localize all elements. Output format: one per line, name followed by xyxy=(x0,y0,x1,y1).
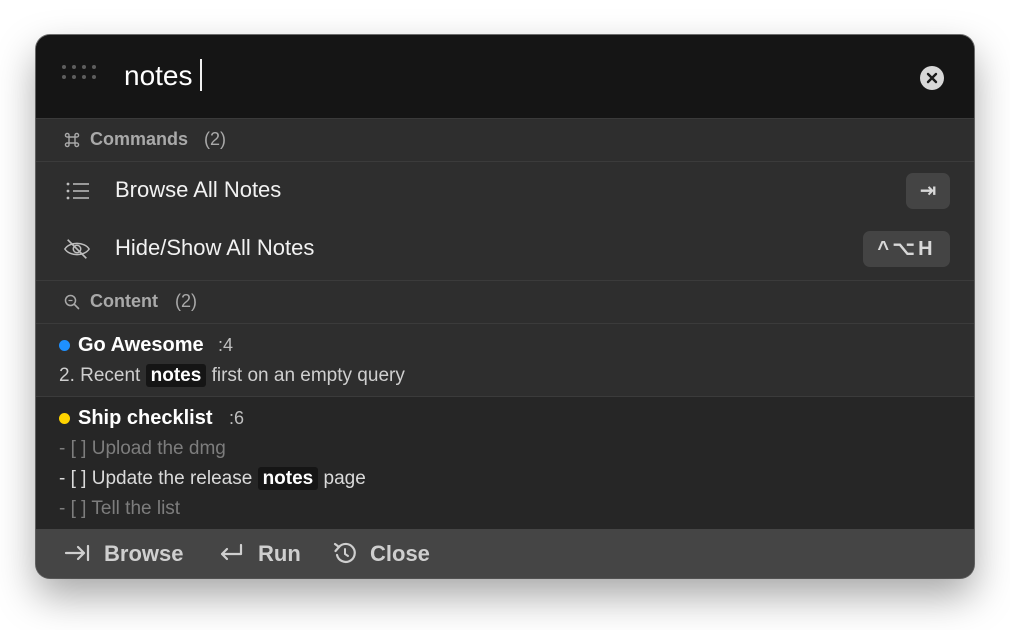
close-circle-icon xyxy=(926,72,938,84)
result-title: Ship checklist xyxy=(78,407,213,429)
line-number: :4 xyxy=(218,335,234,355)
match-highlight: notes xyxy=(257,467,319,490)
command-key-icon xyxy=(64,132,80,148)
shortcut-badge: ⇥ xyxy=(906,173,950,209)
commands-section-header: Commands (2) xyxy=(36,119,974,162)
matched-line: - [ ] Update the release notes page xyxy=(59,467,366,490)
close-label: Close xyxy=(370,541,430,566)
context-line-before: - [ ] Upload the dmg xyxy=(59,438,226,459)
undo-circle-icon xyxy=(333,542,356,564)
content-result[interactable]: Go Awesome :4 2. Recent notes first on a… xyxy=(36,324,974,397)
list-icon xyxy=(66,182,89,200)
magnifier-icon xyxy=(64,294,80,310)
tab-arrow-icon xyxy=(64,544,90,562)
section-label: Commands xyxy=(90,129,189,149)
command-hide-show-all-notes[interactable]: Hide/Show All Notes ^⌥H xyxy=(36,220,974,278)
context-line-after: - [ ] Tell the list xyxy=(59,498,181,519)
search-input[interactable] xyxy=(124,53,884,99)
launcher-window: Commands (2) Browse All Notes ⇥ Hide/Sho… xyxy=(36,35,974,578)
section-count: (2) xyxy=(204,129,226,149)
color-dot xyxy=(59,413,70,424)
browse-button[interactable]: Browse xyxy=(64,529,194,578)
command-label: Browse All Notes xyxy=(115,177,282,202)
return-icon xyxy=(220,543,243,561)
command-browse-all-notes[interactable]: Browse All Notes ⇥ xyxy=(36,162,974,220)
browse-label: Browse xyxy=(104,541,184,566)
run-button[interactable]: Run xyxy=(218,529,308,578)
text-caret xyxy=(200,59,202,91)
clear-search-button[interactable] xyxy=(920,66,944,90)
section-label: Content xyxy=(90,291,158,311)
result-title: Go Awesome xyxy=(78,334,204,356)
section-count: (2) xyxy=(175,291,197,311)
eye-slash-icon xyxy=(63,239,91,259)
drag-handle-icon[interactable] xyxy=(62,65,102,81)
result-snippet: 2. Recent notes first on an empty query xyxy=(59,364,405,387)
shortcut-badge: ^⌥H xyxy=(863,231,950,267)
content-section-header: Content (2) xyxy=(36,280,974,324)
match-highlight: notes xyxy=(145,364,207,387)
command-label: Hide/Show All Notes xyxy=(115,235,315,260)
line-number: :6 xyxy=(229,408,245,428)
close-button[interactable]: Close xyxy=(332,529,442,578)
run-label: Run xyxy=(258,541,301,566)
content-result-selected[interactable]: Ship checklist :6 - [ ] Upload the dmg -… xyxy=(36,397,974,529)
search-bar xyxy=(36,35,974,119)
color-dot xyxy=(59,340,70,351)
footer-bar: Browse Run Close xyxy=(36,529,974,578)
